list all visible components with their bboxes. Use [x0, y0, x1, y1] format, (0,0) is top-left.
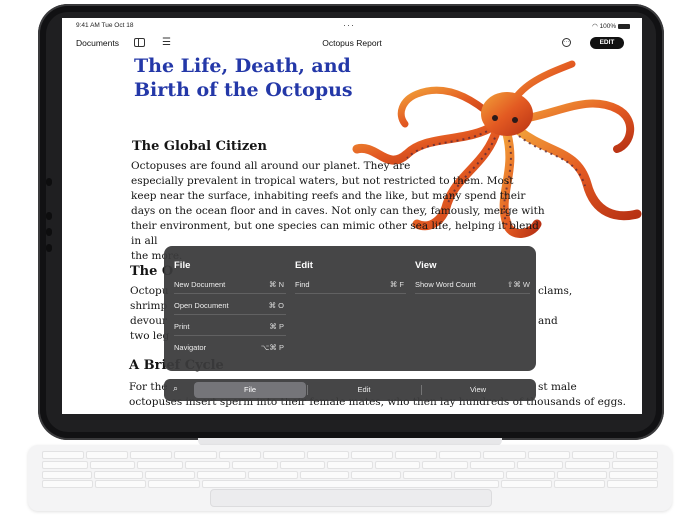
- menu-item-find[interactable]: Find: [295, 280, 310, 289]
- menu-column-view-title: View: [415, 260, 437, 271]
- menu-divider: [295, 293, 406, 294]
- menu-item-print[interactable]: Print: [174, 322, 189, 331]
- paragraph-line: [538, 299, 598, 314]
- document-title: Octopus Report: [322, 38, 382, 48]
- keyboard-row: [42, 451, 658, 459]
- menu-item-new-document[interactable]: New Document: [174, 280, 225, 289]
- paragraph-line: their environment, but one species can m…: [131, 220, 539, 247]
- shortcut-label: ⌘ N: [269, 280, 284, 289]
- magic-keyboard: [28, 445, 672, 511]
- paragraph-line: Octopuses are found all around our plane…: [131, 160, 411, 172]
- battery-percent: 100%: [599, 23, 617, 30]
- menu-divider: [415, 293, 530, 294]
- shortcut-label: ⌘ F: [389, 280, 404, 289]
- menu-column-file-title: File: [174, 260, 191, 271]
- paragraph-line: clams,: [538, 285, 573, 297]
- section-paragraph-right: clams, and: [538, 284, 598, 329]
- search-icon[interactable]: ⌕: [173, 383, 178, 394]
- menu-divider: [174, 314, 286, 315]
- shortcut-label: ⌥⌘ P: [260, 343, 284, 352]
- paragraph-line: For the: [129, 381, 168, 393]
- ipad-side-button: [46, 244, 52, 252]
- shortcut-label: ⇧⌘ W: [507, 280, 530, 289]
- paragraph-line: st male: [538, 381, 577, 393]
- tab-view[interactable]: View: [422, 382, 534, 398]
- menu-tab-bar: ⌕ File Edit View: [164, 379, 536, 401]
- status-right: ◠ 100%: [592, 22, 630, 30]
- menu-item-show-word-count[interactable]: Show Word Count: [415, 280, 476, 289]
- keyboard-shortcuts-menu: File New Document ⌘ N Open Document ⌘ O …: [164, 246, 536, 371]
- shortcut-label: ⌘ P: [269, 322, 284, 331]
- status-bar: 9:41 AM Tue Oct 18 ··· ◠ 100%: [62, 18, 642, 32]
- ipad-side-button: [46, 228, 52, 236]
- trackpad[interactable]: [210, 489, 492, 507]
- menu-divider: [174, 335, 286, 336]
- keyboard-row: [42, 471, 658, 479]
- tab-file[interactable]: File: [194, 382, 306, 398]
- tab-edit[interactable]: Edit: [308, 382, 420, 398]
- paragraph-line: keep near the surface, inhabiting reefs …: [131, 190, 526, 202]
- paragraph-line: especially prevalent in tropical waters,…: [131, 175, 514, 187]
- paragraph-line: and: [538, 315, 558, 327]
- keyboard-row: [42, 461, 658, 469]
- ipad-screen: 9:41 AM Tue Oct 18 ··· ◠ 100% Documents …: [62, 18, 642, 414]
- menu-item-open-document[interactable]: Open Document: [174, 301, 229, 310]
- battery-icon: [618, 23, 630, 29]
- menu-divider: [174, 293, 286, 294]
- ipad-side-button: [46, 212, 52, 220]
- status-time: 9:41 AM Tue Oct 18: [76, 22, 134, 29]
- shortcut-label: ⌘ O: [268, 301, 284, 310]
- keyboard-row: [42, 480, 659, 488]
- menu-column-edit-title: Edit: [295, 260, 313, 271]
- ipad-side-button: [46, 178, 52, 186]
- multitasking-dots-icon[interactable]: ···: [343, 20, 355, 30]
- more-icon[interactable]: ···: [562, 38, 571, 47]
- wifi-icon: ◠: [592, 23, 598, 30]
- menu-item-navigator[interactable]: Navigator: [174, 343, 206, 352]
- edit-button[interactable]: EDIT: [590, 37, 624, 49]
- section-heading: The Global Citizen: [132, 139, 267, 154]
- navigation-bar: Documents ☰ Octopus Report ··· EDIT: [62, 32, 642, 54]
- paragraph-line: days on the ocean floor and in caves. No…: [131, 205, 545, 217]
